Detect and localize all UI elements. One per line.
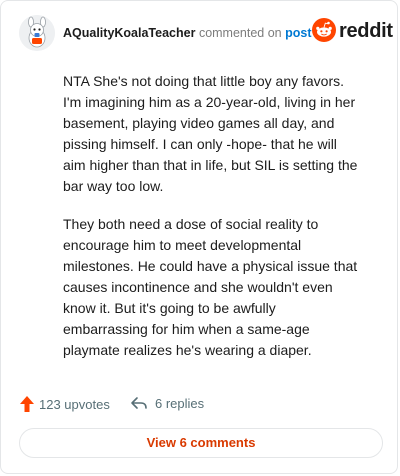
action-text: commented on: [198, 26, 282, 40]
replies-button[interactable]: 6 replies: [129, 395, 204, 411]
comment-paragraph: NTA She's not doing that little boy any …: [63, 73, 358, 194]
snoo-avatar-icon: [19, 15, 55, 51]
comment-body: NTA She's not doing that little boy any …: [63, 71, 363, 378]
upvote-arrow-icon: [20, 396, 34, 412]
user-line: AQualityKoalaTeacher commented on post: [63, 26, 312, 40]
reddit-wordmark: reddit: [339, 20, 393, 42]
upvote-button[interactable]: 123 upvotes: [19, 395, 110, 413]
reddit-snoo-icon: [312, 18, 336, 42]
username[interactable]: AQualityKoalaTeacher: [63, 26, 195, 40]
reply-count: 6 replies: [155, 395, 205, 411]
upvote-count: 123 upvotes: [39, 396, 110, 412]
reddit-logo[interactable]: reddit: [312, 17, 393, 45]
comment-header: AQualityKoalaTeacher commented on post r…: [19, 15, 393, 55]
comment-card: AQualityKoalaTeacher commented on post r…: [0, 0, 398, 474]
post-link[interactable]: post: [285, 26, 311, 40]
view-comments-button[interactable]: View 6 comments: [19, 428, 383, 458]
user-avatar[interactable]: [19, 15, 55, 51]
reply-arrow-icon: [131, 397, 147, 409]
comment-paragraph: They both need a dose of social reality …: [63, 216, 358, 358]
